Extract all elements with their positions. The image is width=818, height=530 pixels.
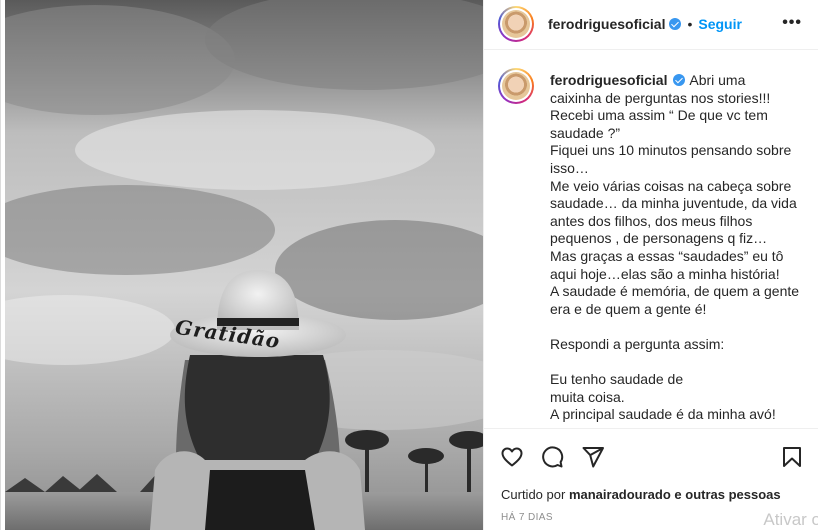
liked-by-user[interactable]: manairadourado — [569, 487, 671, 502]
heart-icon[interactable] — [500, 445, 524, 469]
post-timestamp[interactable]: HÁ 7 DIAS — [501, 512, 553, 523]
verified-badge-icon — [669, 18, 682, 30]
likes-others-link[interactable]: e outras pessoas — [674, 487, 780, 502]
comment-icon[interactable] — [540, 445, 564, 469]
separator-dot: • — [687, 16, 693, 32]
caption-verified-badge-icon — [673, 74, 686, 86]
post-sidebar: ferodriguesoficial • Seguir ••• ferodrig… — [483, 0, 818, 530]
more-options-icon[interactable]: ••• — [782, 14, 802, 32]
likes-prefix: Curtido por — [501, 487, 566, 502]
post-caption: ferodriguesoficial Abri uma caixinha de … — [550, 72, 800, 424]
caption-author-avatar[interactable] — [498, 68, 534, 104]
author-info: ferodriguesoficial • Seguir — [548, 16, 742, 32]
caption-text: Abri uma caixinha de perguntas nos stori… — [550, 72, 800, 423]
caption-username[interactable]: ferodriguesoficial — [550, 72, 667, 88]
windows-activation-watermark: Ativar o — [763, 510, 818, 529]
author-avatar[interactable] — [498, 6, 534, 42]
beach-photo-image — [5, 0, 483, 530]
post-header: ferodriguesoficial • Seguir ••• — [484, 0, 818, 50]
author-username[interactable]: ferodriguesoficial — [548, 16, 665, 32]
follow-button[interactable]: Seguir — [698, 16, 742, 32]
paper-plane-icon[interactable] — [581, 445, 605, 469]
bookmark-icon[interactable] — [780, 445, 804, 469]
instagram-post-window: Gratidão ferodriguesoficial • Seguir •••… — [0, 0, 818, 530]
post-photo[interactable]: Gratidão — [5, 0, 483, 530]
likes-summary: Curtido por manairadourado e outras pess… — [501, 487, 781, 502]
comments-area[interactable]: ferodriguesoficial Abri uma caixinha de … — [484, 50, 818, 428]
post-actions — [484, 428, 818, 472]
